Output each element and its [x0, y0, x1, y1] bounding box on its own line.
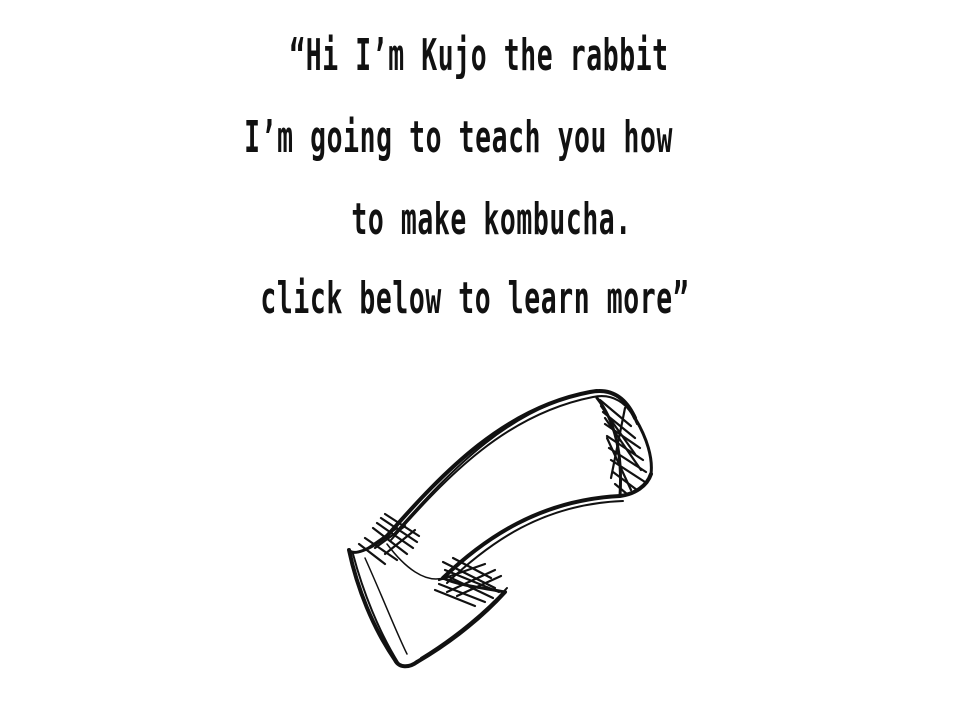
- slide: “Hi I’m Kujo the rabbit I’m going to tea…: [0, 0, 958, 719]
- speech-line-2: I’m going to teach you how: [244, 112, 674, 163]
- speech-line-3: to make kombucha.: [351, 194, 632, 245]
- speech-line-4: click below to learn more”: [260, 273, 690, 324]
- speech-line-1: “Hi I’m Kujo the rabbit: [289, 30, 669, 81]
- curved-arrow-down-left-icon[interactable]: [335, 378, 665, 678]
